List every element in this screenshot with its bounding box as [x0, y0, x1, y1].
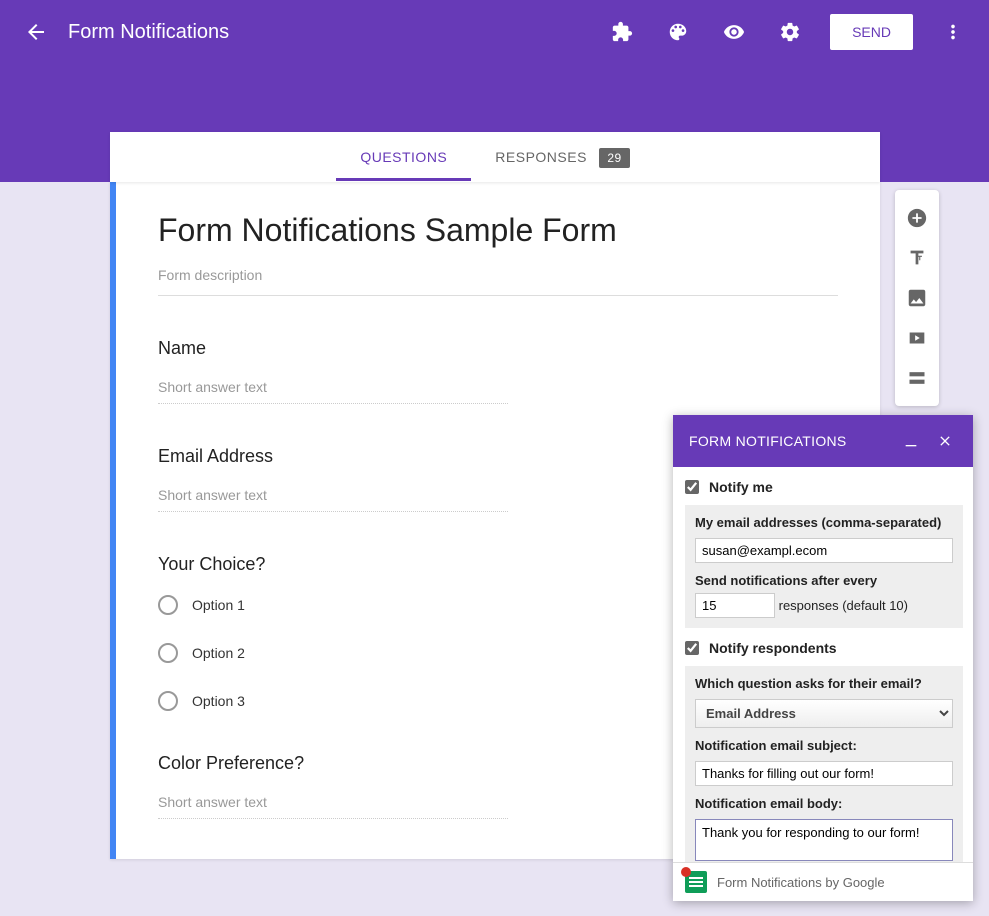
addon-title: FORM NOTIFICATIONS [689, 433, 889, 449]
app-title: Form Notifications [68, 21, 229, 44]
radio-label: Option 3 [192, 693, 245, 709]
email-addresses-label: My email addresses (comma-separated) [695, 515, 953, 530]
add-title-button[interactable] [895, 238, 939, 278]
notify-respondents-checkbox[interactable] [685, 641, 699, 655]
minimize-icon [903, 433, 919, 449]
palette-icon [667, 21, 689, 43]
notify-respondents-panel: Which question asks for their email? Ema… [685, 666, 963, 862]
notify-respondents-row: Notify respondents [685, 640, 963, 656]
gear-icon [779, 21, 801, 43]
preview-button[interactable] [710, 8, 758, 56]
tab-responses-label: RESPONSES [495, 149, 587, 165]
tab-questions[interactable]: QUESTIONS [336, 133, 471, 181]
add-video-button[interactable] [895, 318, 939, 358]
notify-me-row: Notify me [685, 479, 963, 495]
addon-body[interactable]: Notify me My email addresses (comma-sepa… [673, 467, 973, 862]
radio-label: Option 2 [192, 645, 245, 661]
notify-me-checkbox[interactable] [685, 480, 699, 494]
radio-icon [158, 643, 178, 663]
which-question-label: Which question asks for their email? [695, 676, 953, 691]
tabs: QUESTIONS RESPONSES 29 [110, 132, 880, 182]
palette-button[interactable] [654, 8, 702, 56]
text-icon [906, 247, 928, 269]
add-question-button[interactable] [895, 198, 939, 238]
addon-footer: Form Notifications by Google [673, 862, 973, 901]
addon-header: FORM NOTIFICATIONS [673, 415, 973, 467]
plus-circle-icon [906, 207, 928, 229]
email-addresses-input[interactable] [695, 538, 953, 563]
sheets-icon [685, 871, 707, 893]
short-answer-hint: Short answer text [158, 379, 508, 404]
section-icon [907, 368, 927, 388]
subject-label: Notification email subject: [695, 738, 953, 753]
body-textarea[interactable] [695, 819, 953, 861]
more-button[interactable] [929, 8, 977, 56]
responses-count-badge: 29 [599, 148, 629, 168]
subject-input[interactable] [695, 761, 953, 786]
question-name: Name Short answer text [158, 338, 838, 404]
which-question-select[interactable]: Email Address [695, 699, 953, 728]
body-label: Notification email body: [695, 796, 953, 811]
video-icon [906, 327, 928, 349]
send-after-label: Send notifications after every [695, 573, 953, 588]
header-actions: SEND [598, 8, 977, 56]
more-vert-icon [942, 21, 964, 43]
close-icon [937, 433, 953, 449]
radio-icon [158, 595, 178, 615]
addon-footer-text: Form Notifications by Google [717, 875, 885, 890]
back-button[interactable] [12, 8, 60, 56]
arrow-left-icon [24, 20, 48, 44]
short-answer-hint: Short answer text [158, 487, 508, 512]
minimize-button[interactable] [899, 429, 923, 453]
send-after-input[interactable] [695, 593, 775, 618]
notify-me-label: Notify me [709, 479, 773, 495]
add-section-button[interactable] [895, 358, 939, 398]
addons-button[interactable] [598, 8, 646, 56]
app-header: Form Notifications SEND [0, 0, 989, 64]
question-title: Name [158, 338, 838, 359]
puzzle-icon [611, 21, 633, 43]
short-answer-hint: Short answer text [158, 794, 508, 819]
notify-me-panel: My email addresses (comma-separated) Sen… [685, 505, 963, 628]
tab-responses[interactable]: RESPONSES 29 [471, 133, 653, 181]
addon-panel: FORM NOTIFICATIONS Notify me My email ad… [673, 415, 973, 901]
close-button[interactable] [933, 429, 957, 453]
image-icon [906, 287, 928, 309]
notify-respondents-label: Notify respondents [709, 640, 837, 656]
send-after-suffix: responses (default 10) [779, 598, 908, 613]
form-title[interactable]: Form Notifications Sample Form [158, 212, 838, 249]
side-toolbar [895, 190, 939, 406]
send-button[interactable]: SEND [830, 14, 913, 50]
radio-icon [158, 691, 178, 711]
notification-badge-icon [681, 867, 691, 877]
radio-label: Option 1 [192, 597, 245, 613]
settings-button[interactable] [766, 8, 814, 56]
eye-icon [723, 21, 745, 43]
add-image-button[interactable] [895, 278, 939, 318]
form-description[interactable]: Form description [158, 267, 838, 296]
